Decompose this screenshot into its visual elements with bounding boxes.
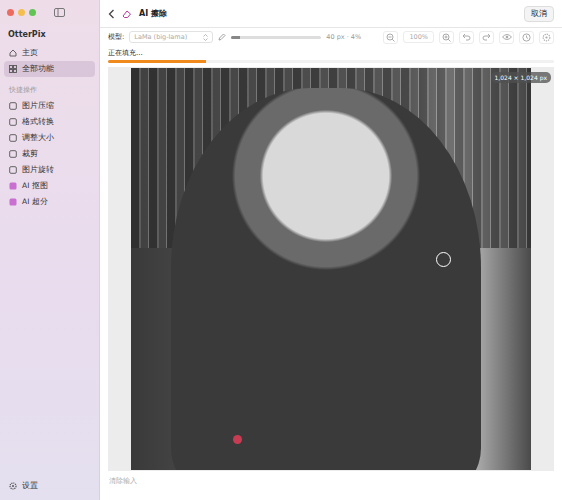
toolbar: 模型: LaMa (big-lama) 40 px · 4% 100% (100, 28, 562, 46)
sidebar-item[interactable]: AI 超分 (4, 194, 95, 210)
tool-icon (9, 166, 17, 174)
history-icon (522, 33, 531, 42)
brush-size-slider[interactable] (231, 36, 321, 39)
size-badge: 1,024 × 1,024 px (491, 72, 551, 83)
eraser-icon (122, 9, 132, 19)
model-select[interactable]: LaMa (big-lama) (129, 31, 213, 43)
photo (131, 68, 531, 470)
cancel-button[interactable]: 取消 (524, 6, 554, 22)
sidebar-item[interactable]: 图片旋转 (4, 162, 95, 178)
preview-button[interactable] (499, 31, 514, 44)
sidebar-item[interactable]: 主页 (4, 45, 95, 61)
tool-icon (9, 102, 17, 110)
zoom-out-icon (386, 33, 395, 42)
sidebar-section-label: 快捷操作 (4, 77, 95, 98)
redo-icon (482, 33, 491, 41)
sidebar-item[interactable]: 格式转换 (4, 114, 95, 130)
zoom-in-icon (442, 33, 451, 42)
item-icon (9, 65, 17, 73)
undo-button[interactable] (459, 31, 474, 44)
back-chevron-icon[interactable] (108, 9, 115, 19)
pencil-icon (218, 33, 226, 41)
tool-icon (9, 182, 17, 190)
tool-icon (9, 118, 17, 126)
progress: 正在填充... (100, 46, 562, 63)
tool-icon (9, 134, 17, 142)
sidebar-item[interactable]: 图片压缩 (4, 98, 95, 114)
gear-icon (542, 33, 551, 42)
progress-label: 正在填充... (108, 48, 554, 60)
canvas[interactable]: 1,024 × 1,024 px (108, 67, 554, 471)
history-button[interactable] (519, 31, 534, 44)
app-window: OtterPix主页全部功能快捷操作图片压缩格式转换调整大小裁剪图片旋转AI 抠… (0, 0, 562, 500)
sidebar-toggle-icon[interactable] (54, 8, 65, 17)
undo-icon (462, 33, 471, 41)
zoom-button[interactable] (29, 9, 36, 16)
gear-icon (9, 482, 17, 490)
app-title: OtterPix (4, 18, 95, 45)
close-button[interactable] (7, 9, 14, 16)
eye-icon (502, 33, 512, 41)
person (171, 88, 481, 470)
zoom-out-button[interactable] (383, 31, 398, 44)
sidebar: OtterPix主页全部功能快捷操作图片压缩格式转换调整大小裁剪图片旋转AI 抠… (0, 0, 100, 500)
brush-mark (233, 435, 242, 444)
brush-cursor (436, 252, 451, 267)
minimize-button[interactable] (18, 9, 25, 16)
header: AI 擦除 取消 (100, 0, 562, 28)
sidebar-item[interactable]: 全部功能 (4, 61, 95, 77)
updown-icon (203, 34, 208, 41)
sidebar-item[interactable]: 裁剪 (4, 146, 95, 162)
footer-hint: 清除输入 (100, 471, 562, 492)
settings-button[interactable] (539, 31, 554, 44)
settings-item[interactable]: 设置 (4, 478, 95, 494)
model-label: 模型: (108, 32, 124, 42)
sidebar-item[interactable]: 调整大小 (4, 130, 95, 146)
redo-button[interactable] (479, 31, 494, 44)
window-controls (4, 6, 95, 18)
main-panel: AI 擦除 取消模型: LaMa (big-lama) 40 px · 4% 100% 正… (100, 0, 562, 500)
tool-icon (9, 198, 17, 206)
item-icon (9, 49, 17, 57)
zoom-in-button[interactable] (439, 31, 454, 44)
brush-size-reading: 40 px · 4% (326, 33, 361, 41)
page-title: AI 擦除 (139, 8, 167, 19)
tool-icon (9, 150, 17, 158)
zoom-level: 100% (403, 31, 434, 43)
progress-bar (108, 60, 554, 63)
sidebar-item[interactable]: AI 抠图 (4, 178, 95, 194)
